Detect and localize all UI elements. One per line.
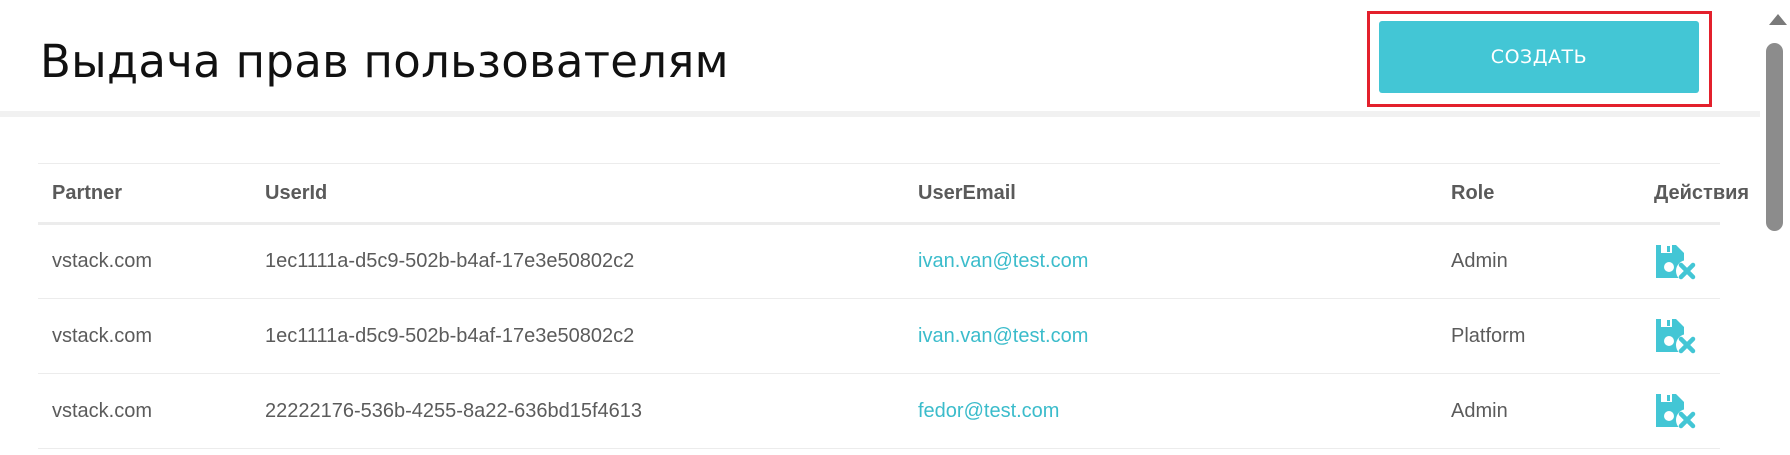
cell-role: Admin (1451, 250, 1508, 272)
cell-actions (1640, 224, 1720, 299)
cell-user-id: 22222176-536b-4255-8a22-636bd15f4613 (265, 399, 643, 422)
create-button[interactable]: СОЗДАТЬ (1379, 21, 1699, 93)
cell-actions (1640, 374, 1720, 449)
save-delete-icon[interactable] (1654, 316, 1698, 356)
table-row: vstack.com 1ec1111a-d5c9-502b-b4af-17e3e… (38, 224, 1720, 299)
column-header-actions: Действия (1654, 181, 1750, 204)
user-email-link[interactable]: fedor@test.com (918, 400, 1059, 422)
page-header: Выдача прав пользователям СОЗДАТЬ (0, 0, 1760, 117)
column-header-useremail[interactable]: UserEmail (904, 164, 1437, 224)
cell-user-email: fedor@test.com (904, 374, 1437, 449)
cell-role: Admin (1451, 399, 1508, 422)
scrollbar-thumb[interactable] (1766, 43, 1783, 231)
save-delete-icon[interactable] (1654, 391, 1698, 431)
table-row: vstack.com 22222176-536b-4255-8a22-636bd… (38, 374, 1720, 449)
column-header-partner[interactable]: Partner (38, 164, 251, 224)
user-email-link[interactable]: ivan.van@test.com (918, 250, 1088, 272)
page-title: Выдача прав пользователям (40, 35, 729, 88)
scroll-up-arrow-icon[interactable] (1769, 14, 1787, 25)
cell-user-email: ivan.van@test.com (904, 299, 1437, 374)
cell-user-id: 1ec1111a-d5c9-502b-b4af-17e3e50802c2 (265, 324, 635, 347)
cell-user-email: ivan.van@test.com (904, 224, 1437, 299)
save-delete-icon[interactable] (1654, 242, 1698, 282)
cell-partner: vstack.com (52, 399, 153, 422)
cell-user-id: 1ec1111a-d5c9-502b-b4af-17e3e50802c2 (265, 250, 635, 272)
permissions-table: Partner UserId UserEmail Role Действия v… (38, 163, 1750, 449)
cell-role: Platform (1451, 324, 1526, 347)
permissions-table-wrapper: Partner UserId UserEmail Role Действия v… (38, 163, 1750, 449)
user-email-link[interactable]: ivan.van@test.com (918, 325, 1088, 347)
column-header-role[interactable]: Role (1437, 164, 1640, 224)
page: Выдача прав пользователям СОЗДАТЬ Partne… (0, 0, 1760, 455)
column-header-userid[interactable]: UserId (251, 164, 904, 224)
cell-partner: vstack.com (52, 250, 153, 272)
table-header-row: Partner UserId UserEmail Role Действия (38, 163, 1750, 224)
vertical-scrollbar[interactable] (1760, 0, 1790, 455)
table-row: vstack.com 1ec1111a-d5c9-502b-b4af-17e3e… (38, 299, 1720, 374)
cell-partner: vstack.com (52, 324, 153, 347)
cell-actions (1640, 299, 1720, 374)
